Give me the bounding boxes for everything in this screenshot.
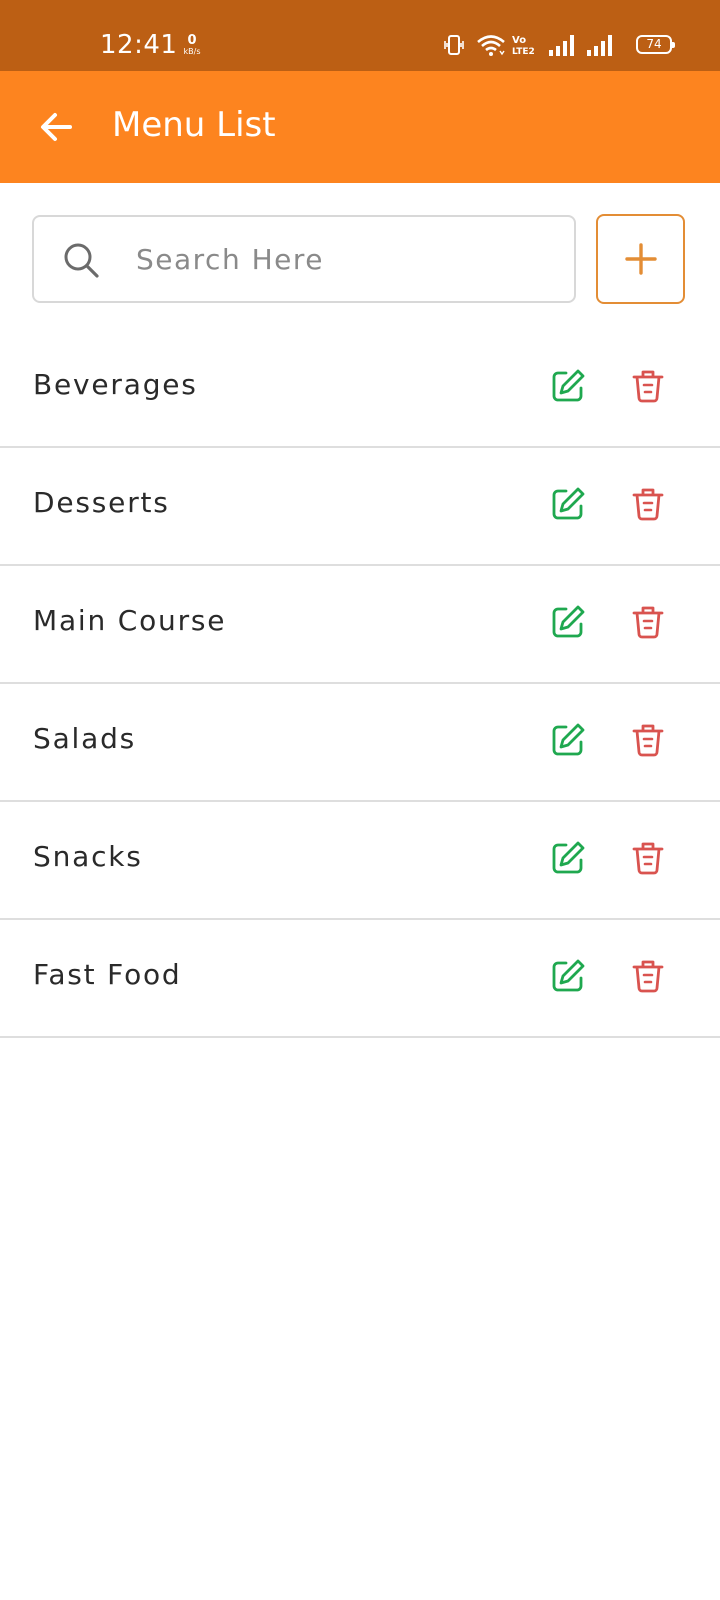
menu-list: Beverages Desserts Main Course Salads Sn… [0, 330, 720, 1038]
list-item-label: Beverages [33, 368, 198, 401]
network-speed: 0 kB/s [180, 34, 204, 56]
trash-icon[interactable] [628, 720, 668, 760]
edit-icon[interactable] [548, 838, 588, 878]
list-item-label: Snacks [33, 840, 143, 873]
trash-icon[interactable] [628, 602, 668, 642]
battery-indicator: 74 [636, 35, 675, 54]
trash-icon[interactable] [628, 484, 668, 524]
list-item-label: Fast Food [33, 958, 182, 991]
volte-icon: Vo LTE2 [512, 35, 535, 57]
signal-icon-2 [587, 35, 612, 56]
list-item-label: Desserts [33, 486, 170, 519]
svg-text:Vo: Vo [512, 35, 526, 46]
list-item-label: Main Course [33, 604, 227, 637]
network-speed-unit: kB/s [183, 47, 201, 56]
search-box[interactable] [32, 215, 576, 303]
signal-icon-1 [549, 35, 574, 56]
plus-icon [624, 243, 657, 275]
trash-icon[interactable] [628, 838, 668, 878]
edit-icon[interactable] [548, 720, 588, 760]
add-button[interactable] [596, 214, 685, 304]
search-input[interactable] [136, 233, 556, 285]
vibrate-icon [444, 35, 464, 55]
list-item-label: Salads [33, 722, 137, 755]
network-speed-value: 0 [187, 33, 197, 48]
wifi-icon [477, 35, 505, 56]
edit-icon[interactable] [548, 484, 588, 524]
arrow-left-icon [41, 113, 72, 141]
trash-icon[interactable] [628, 366, 668, 406]
status-time: 12:41 [100, 30, 178, 60]
list-item[interactable]: Main Course [0, 566, 720, 684]
list-item[interactable]: Beverages [0, 330, 720, 448]
edit-icon[interactable] [548, 602, 588, 642]
list-item[interactable]: Fast Food [0, 920, 720, 1038]
app-bar: Menu List [0, 71, 720, 183]
svg-text:LTE2: LTE2 [512, 47, 535, 57]
edit-icon[interactable] [548, 366, 588, 406]
trash-icon[interactable] [628, 956, 668, 996]
list-item[interactable]: Desserts [0, 448, 720, 566]
list-item[interactable]: Snacks [0, 802, 720, 920]
back-button[interactable] [30, 101, 82, 153]
search-icon [64, 243, 99, 278]
status-bar: 12:41 0 kB/s Vo LTE2 74 [0, 0, 720, 71]
list-item[interactable]: Salads [0, 684, 720, 802]
page-title: Menu List [112, 105, 276, 145]
edit-icon[interactable] [548, 956, 588, 996]
